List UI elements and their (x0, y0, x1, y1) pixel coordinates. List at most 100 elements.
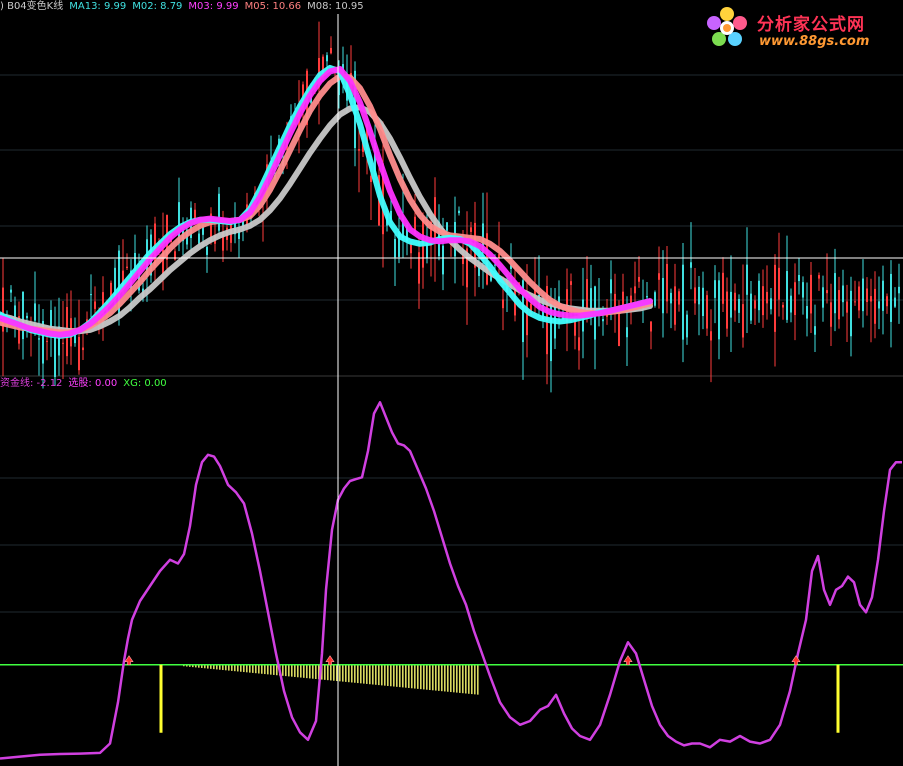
candle-body (670, 292, 672, 304)
candle-body (870, 296, 872, 302)
xg-histogram-bar (240, 664, 242, 672)
candle-body (94, 301, 96, 309)
candle-body (26, 315, 28, 319)
candle-body (418, 252, 420, 284)
candle-body (778, 267, 780, 300)
candle-body (666, 263, 668, 302)
xg-histogram-bar (264, 664, 266, 675)
candle-body (638, 276, 640, 282)
fund-line (0, 401, 902, 760)
xg-histogram-bar (255, 664, 257, 674)
ma-line-m08 (0, 104, 653, 335)
xg-histogram-bar (267, 664, 269, 675)
candle-body (46, 340, 48, 342)
candle-body (794, 282, 796, 316)
ma-line-m05 (0, 73, 653, 336)
candle-body (722, 272, 724, 304)
xg-histogram-bar (393, 664, 395, 687)
candle-body (842, 285, 844, 303)
xg-histogram-bar (384, 664, 386, 686)
candle-body (766, 291, 768, 304)
candle-body (446, 222, 448, 231)
ma-line-ma13 (0, 64, 653, 339)
candle-body (82, 347, 84, 351)
candle-body (610, 279, 612, 294)
xg-histogram-bar (300, 664, 302, 678)
candle-body (882, 280, 884, 311)
site-logo: 分析家公式网 www.88gs.com (705, 4, 895, 56)
xg-histogram-bar (357, 664, 359, 684)
xg-histogram-bar (348, 664, 350, 683)
xg-histogram-bar (399, 664, 401, 688)
candle-body (838, 290, 840, 320)
candle-body (662, 277, 664, 314)
candle-body (634, 286, 636, 294)
xg-histogram-bar (417, 664, 419, 689)
xg-histogram-bar (471, 664, 473, 695)
buy-arrow-icon (325, 655, 335, 666)
candle-body (878, 301, 880, 309)
candle-body (650, 321, 652, 332)
xg-histogram-bar (477, 664, 479, 695)
xg-histogram-bar (285, 664, 287, 677)
xg-histogram-bar (354, 664, 356, 683)
candle-body (754, 300, 756, 309)
xg-histogram-bar (459, 664, 461, 693)
candle-body (730, 291, 732, 318)
candle-body (830, 302, 832, 327)
flower-logo-icon (707, 7, 747, 46)
candle-body (894, 297, 896, 307)
xg-histogram-bar (447, 664, 449, 692)
xg-histogram-bar (312, 664, 314, 679)
candle-body (90, 294, 92, 296)
xg-histogram-bar (411, 664, 413, 689)
xg-histogram-bar (342, 664, 344, 682)
top-indicator-0: MA13: 9.99 (69, 1, 127, 12)
candle-body (770, 298, 772, 310)
xg-histogram-bar (453, 664, 455, 693)
xg-histogram-bar (462, 664, 464, 694)
xg-histogram-bar (450, 664, 452, 693)
xg-histogram-bar (297, 664, 299, 678)
ma-line-m03 (0, 66, 653, 338)
xg-histogram-bar (273, 664, 275, 675)
candle-body (570, 281, 572, 285)
candle-body (646, 296, 648, 298)
bottom-indicator-0: 资金线: -2.12 (0, 378, 63, 389)
xg-histogram-bar (474, 664, 476, 695)
candle-body (206, 246, 208, 255)
xg-histogram-bar (345, 664, 347, 682)
xg-histogram-bar (306, 664, 308, 679)
xg-histogram-bar (387, 664, 389, 686)
xg-histogram-bar (465, 664, 467, 694)
candle-body (810, 274, 812, 314)
candle-body (358, 149, 360, 151)
xg-histogram-bar (336, 664, 338, 682)
candle-body (846, 301, 848, 313)
candle-body (694, 287, 696, 304)
candle-body (622, 291, 624, 307)
xg-histogram-bar (303, 664, 305, 678)
xg-histogram-bar (363, 664, 365, 684)
logo-title: 分析家公式网 (757, 15, 865, 35)
xg-histogram-bar (222, 664, 224, 671)
xg-histogram-bar (243, 664, 245, 673)
candle-body (834, 273, 836, 314)
xg-histogram-bar (441, 664, 443, 692)
xg-histogram-bar (288, 664, 290, 677)
candle-body (502, 299, 504, 309)
main-title: ) B04变色K线 (0, 1, 64, 12)
candle-body (798, 274, 800, 282)
candle-body (818, 275, 820, 279)
top-indicator-1: M02: 8.79 (132, 1, 183, 12)
xg-histogram-bar (246, 664, 248, 673)
candle-body (38, 338, 40, 340)
candle-body (854, 301, 856, 303)
signal-bar (159, 664, 163, 733)
candle-body (686, 314, 688, 338)
candle-body (758, 280, 760, 311)
xg-histogram-bar (249, 664, 251, 673)
candle-body (874, 288, 876, 324)
candle-body (802, 282, 804, 298)
buy-arrow-icon (791, 655, 801, 666)
